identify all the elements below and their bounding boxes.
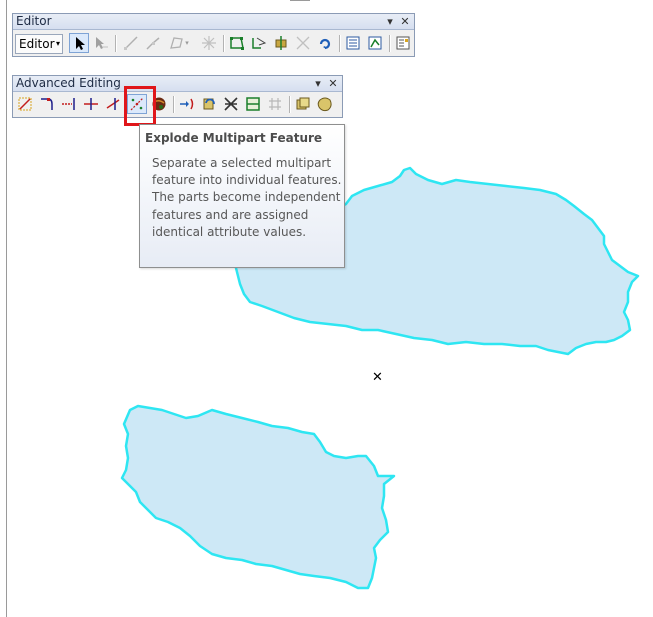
create-features-icon — [396, 36, 410, 50]
sketch-vertex-button[interactable] — [199, 33, 219, 53]
rotate-tool-button[interactable] — [315, 33, 335, 53]
tooltip-body: Separate a selected multipart feature in… — [152, 156, 342, 239]
edit-annotation-tool-button[interactable] — [91, 33, 111, 53]
chevron-down-icon: ▾ — [185, 39, 189, 47]
replace-geometry-button[interactable] — [199, 94, 219, 114]
tooltip-title: Explode Multipart Feature — [145, 131, 323, 145]
split-polygons-button[interactable] — [243, 94, 263, 114]
line-intersection-icon — [106, 98, 120, 110]
align-to-shape-button[interactable] — [177, 94, 197, 114]
reshape-feature-button[interactable] — [249, 33, 269, 53]
extend-icon — [62, 98, 75, 110]
toolbar-separator — [289, 96, 291, 113]
construction-tools-dropdown[interactable]: ▾ — [165, 33, 193, 53]
toolbar-separator — [339, 35, 341, 52]
edit-tool-button[interactable] — [69, 33, 89, 53]
generalize-button[interactable] — [293, 94, 313, 114]
reshape-icon — [252, 37, 267, 49]
editor-toolbar[interactable]: Editor ▾ ✕ Editor ▾ ▾ — [12, 13, 415, 57]
editor-toolbar-menu-icon[interactable]: ▾ — [384, 14, 396, 29]
smooth-icon — [317, 97, 332, 112]
vertex-burst-icon — [202, 36, 216, 50]
toolbar-separator — [223, 35, 225, 52]
fillet-icon — [41, 98, 53, 110]
generalize-icon — [296, 97, 310, 110]
arc-segment-icon — [146, 37, 160, 50]
attributes-button[interactable] — [343, 33, 363, 53]
sketch-properties-button[interactable] — [365, 33, 385, 53]
map-cursor-x-icon: ✕ — [372, 370, 383, 385]
copy-features-button[interactable] — [15, 94, 35, 114]
split-tool-button[interactable] — [293, 33, 313, 53]
annotation-pointer-icon — [96, 37, 108, 49]
editor-toolbar-title: Editor — [16, 14, 52, 28]
create-features-button[interactable] — [393, 33, 413, 53]
straight-segment-icon — [124, 36, 138, 50]
edit-vertices-icon — [230, 37, 244, 50]
cut-polygons-icon — [275, 36, 287, 50]
editor-toolbar-titlebar[interactable]: Editor ▾ ✕ — [13, 14, 414, 30]
toolbar-separator — [389, 35, 391, 52]
construct-polygons-button[interactable] — [221, 94, 241, 114]
construct-polygons-icon — [224, 97, 238, 111]
align-to-shape-icon — [180, 98, 194, 110]
editor-toolbar-close-icon[interactable]: ✕ — [399, 14, 411, 29]
trim-icon — [84, 98, 98, 110]
toolbar-separator — [173, 96, 175, 113]
construction-polygon-icon — [170, 37, 184, 49]
copy-features-icon — [18, 97, 32, 111]
line-intersection-button[interactable] — [103, 94, 123, 114]
split-polygons-icon — [246, 97, 260, 111]
advanced-toolbar-close-icon[interactable]: ✕ — [327, 76, 339, 91]
fillet-button[interactable] — [37, 94, 57, 114]
advanced-editing-toolbar[interactable]: Advanced Editing ▾ ✕ — [12, 75, 343, 118]
replace-geometry-icon — [203, 98, 215, 110]
toolbar-separator — [115, 35, 117, 52]
trim-tool-button[interactable] — [81, 94, 101, 114]
extend-tool-button[interactable] — [59, 94, 79, 114]
advanced-toolbar-menu-icon[interactable]: ▾ — [312, 76, 324, 91]
straight-segment-button[interactable] — [121, 33, 141, 53]
tooltip-explode-multipart: Explode Multipart Feature Separate a sel… — [139, 124, 345, 268]
rotate-icon — [319, 38, 331, 50]
arrow-pointer-icon — [76, 37, 85, 50]
advanced-editing-titlebar[interactable]: Advanced Editing ▾ ✕ — [13, 76, 342, 92]
advanced-editing-title: Advanced Editing — [16, 76, 121, 90]
split-line-button[interactable] — [265, 94, 285, 114]
sketch-properties-icon — [368, 36, 382, 50]
split-line-grid-icon — [269, 98, 281, 110]
attributes-table-icon — [346, 36, 360, 50]
endpoint-arc-button[interactable] — [143, 33, 163, 53]
cut-polygons-button[interactable] — [271, 33, 291, 53]
polygon-south-west[interactable] — [120, 404, 396, 590]
edit-vertices-button[interactable] — [227, 33, 247, 53]
highlight-annotation-box — [124, 86, 156, 126]
smooth-button[interactable] — [315, 94, 335, 114]
split-icon — [296, 36, 310, 50]
